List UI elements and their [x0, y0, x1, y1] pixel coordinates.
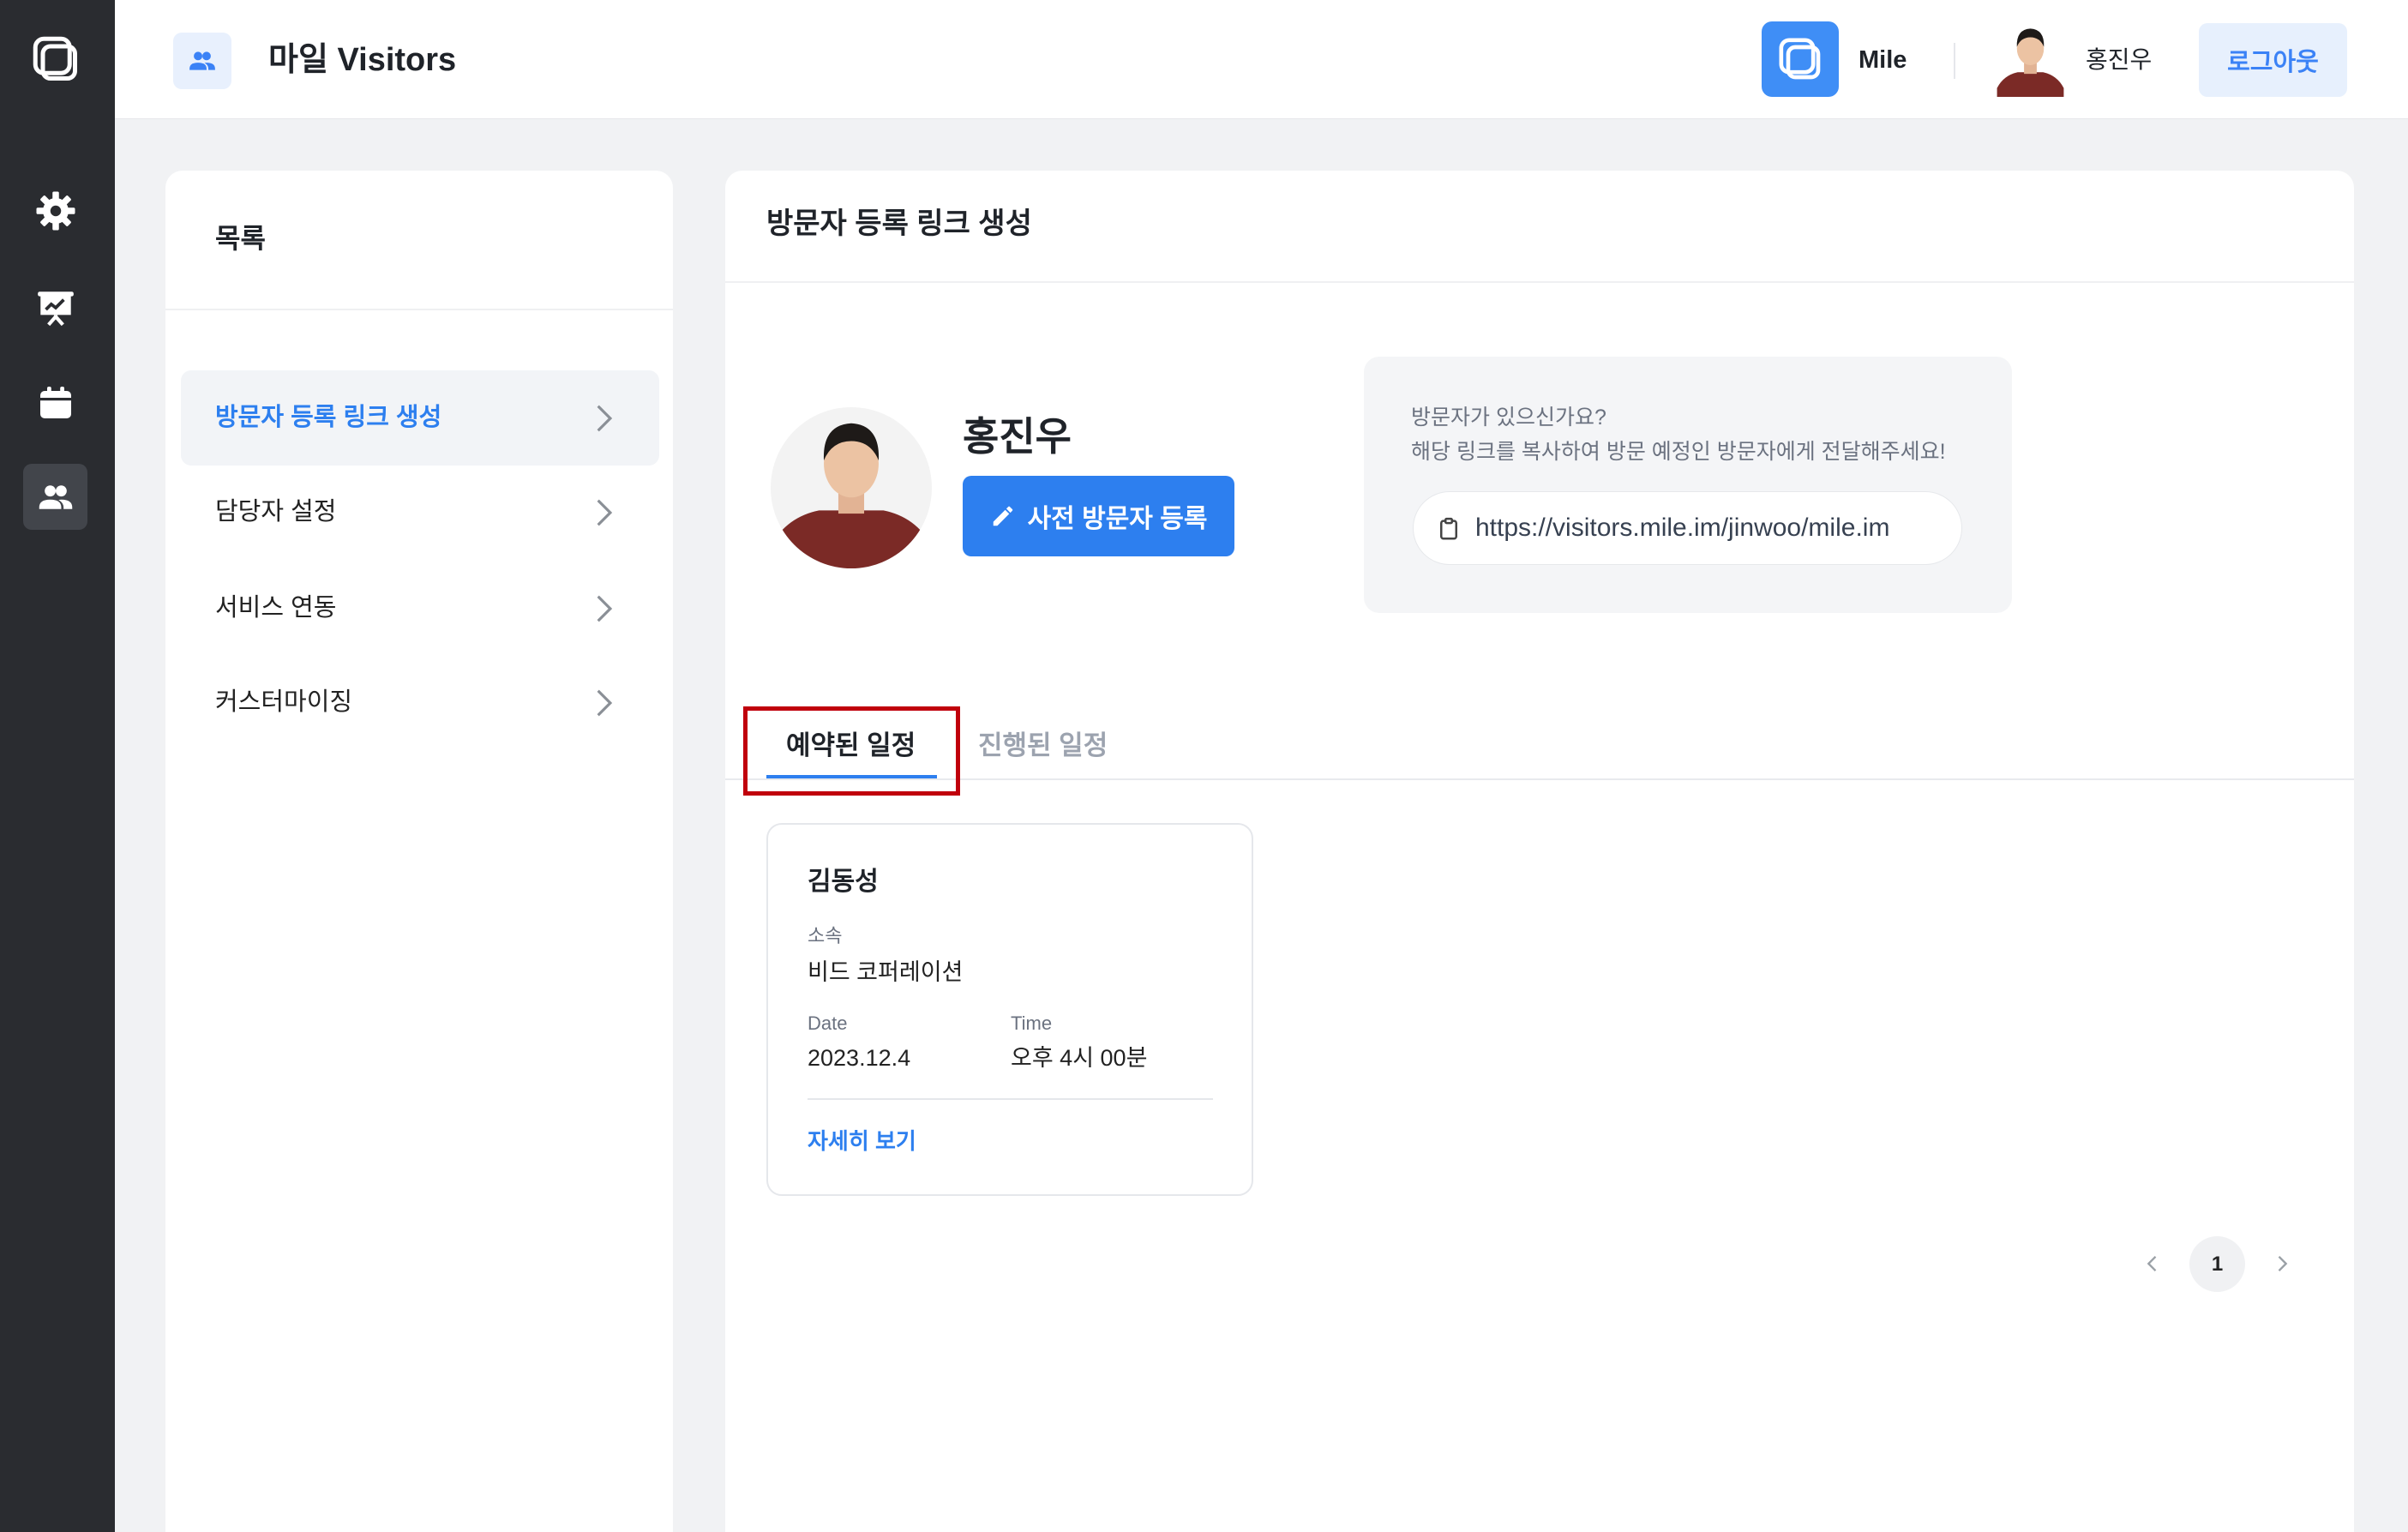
rail-presentation-button[interactable] — [23, 274, 87, 340]
top-header: 마일 Visitors Mile 홍진우 로그아웃 — [115, 0, 2408, 119]
users-icon — [39, 484, 72, 509]
invite-instruction: 해당 링크를 복사하여 방문 예정인 방문자에게 전달해주세요! — [1411, 440, 1946, 464]
chevron-right-icon — [597, 595, 613, 622]
app-title: 마일 Visitors — [268, 42, 457, 78]
menu-item-service-integration[interactable]: 서비스 연동 — [181, 561, 659, 656]
pencil-icon — [993, 506, 1012, 526]
clipboard-icon[interactable] — [1436, 516, 1462, 542]
header-divider — [1954, 43, 1955, 79]
page-title: 방문자 등록 링크 생성 — [766, 207, 1032, 240]
chevron-right-icon — [597, 499, 613, 526]
profile-name: 홍진우 — [963, 414, 1072, 459]
annotation-highlight-box — [743, 706, 960, 796]
menu-item-visitor-link[interactable]: 방문자 등록 링크 생성 — [181, 370, 659, 466]
menu-title: 목록 — [215, 223, 266, 254]
avatar[interactable] — [1991, 21, 2070, 97]
pagination-current-page[interactable]: 1 — [2189, 1236, 2245, 1292]
logo-icon — [1779, 38, 1821, 80]
card-divider — [808, 1098, 1213, 1100]
invite-link-text: https://visitors.mile.im/jinwoo/mile.im — [1475, 514, 1890, 542]
time-label: Time — [1011, 1012, 1053, 1034]
chevron-right-icon — [597, 689, 613, 717]
tab-divider — [725, 778, 2354, 780]
icon-rail — [0, 0, 115, 1532]
rail-calendar-button[interactable] — [23, 369, 87, 436]
chevron-right-icon[interactable] — [2270, 1252, 2294, 1276]
app-icon-box — [173, 33, 231, 89]
visitor-name: 김동성 — [808, 868, 879, 896]
calendar-icon — [39, 386, 71, 418]
menu-item-label: 방문자 등록 링크 생성 — [215, 404, 442, 431]
profile-avatar — [771, 407, 932, 568]
brand-logo-button[interactable] — [1762, 21, 1839, 97]
brand-name: Mile — [1859, 46, 1907, 74]
gear-icon — [36, 191, 75, 230]
logo-icon — [33, 36, 77, 81]
time-value: 오후 4시 00분 — [1011, 1045, 1148, 1071]
menu-item-label: 담당자 설정 — [215, 498, 337, 526]
menu-item-label: 서비스 연동 — [215, 594, 337, 622]
chevron-right-icon — [597, 405, 613, 432]
presentation-icon — [37, 291, 74, 326]
affiliation-label: 소속 — [808, 925, 843, 946]
date-value: 2023.12.4 — [808, 1045, 911, 1071]
invite-question: 방문자가 있으신가요? — [1411, 406, 1606, 430]
rail-home-button[interactable] — [23, 26, 87, 92]
tab-completed[interactable]: 진행된 일정 — [978, 730, 1108, 762]
invite-link-box: 방문자가 있으신가요? 해당 링크를 복사하여 방문 예정인 방문자에게 전달해… — [1364, 357, 2012, 613]
menu-item-customizing[interactable]: 커스터마이징 — [181, 655, 659, 750]
pre-register-visitor-button[interactable]: 사전 방문자 등록 — [963, 476, 1234, 556]
view-details-link[interactable]: 자세히 보기 — [808, 1127, 916, 1155]
menu-panel: 목록 방문자 등록 링크 생성 담당자 설정 서비스 연동 커스터마이징 — [165, 171, 673, 1532]
date-label: Date — [808, 1012, 848, 1034]
menu-item-manager-settings[interactable]: 담당자 설정 — [181, 465, 659, 560]
chevron-left-icon[interactable] — [2141, 1252, 2165, 1276]
logout-button[interactable]: 로그아웃 — [2199, 23, 2347, 97]
rail-settings-button[interactable] — [23, 177, 87, 243]
menu-item-label: 커스터마이징 — [215, 688, 353, 716]
menu-divider — [165, 309, 673, 310]
main-panel: 방문자 등록 링크 생성 홍진우 사전 방문자 등록 방문자가 있으신가요? 해… — [725, 171, 2354, 1532]
users-icon — [189, 51, 215, 70]
pre-register-visitor-label: 사전 방문자 등록 — [1027, 505, 1208, 533]
schedule-card: 김동성 소속 비드 코퍼레이션 Date Time 2023.12.4 오후 4… — [766, 823, 1253, 1196]
title-divider — [725, 281, 2354, 283]
header-user-name: 홍진우 — [2086, 46, 2153, 73]
affiliation-value: 비드 코퍼레이션 — [808, 959, 964, 985]
invite-link-field[interactable]: https://visitors.mile.im/jinwoo/mile.im — [1413, 491, 1962, 565]
rail-visitors-button[interactable] — [23, 464, 87, 530]
